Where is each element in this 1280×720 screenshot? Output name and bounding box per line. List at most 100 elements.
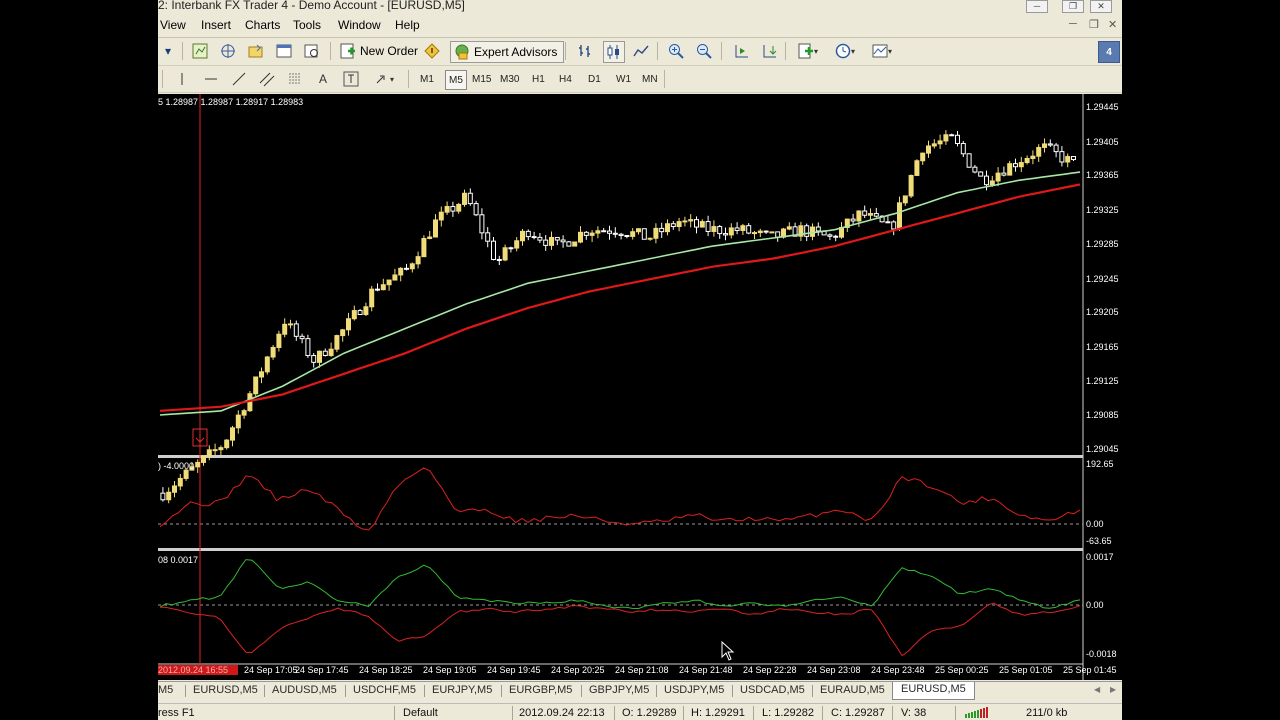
status-high: H: 1.29291 xyxy=(691,707,745,719)
candle xyxy=(966,153,972,168)
status-profile: Default xyxy=(403,707,438,719)
candle xyxy=(798,221,804,242)
tab-eurusd-active[interactable]: EURUSD,M5 xyxy=(892,682,975,700)
text-icon[interactable]: A xyxy=(314,69,332,89)
child-close-button[interactable]: ✕ xyxy=(1108,18,1117,31)
child-minimize-button[interactable]: ─ xyxy=(1069,18,1077,30)
zoom-out-icon[interactable] xyxy=(694,41,714,61)
favorites-icon[interactable] xyxy=(246,41,266,61)
menu-tools[interactable]: Tools xyxy=(293,18,321,32)
candle xyxy=(583,230,589,240)
navigator-icon[interactable] xyxy=(218,41,238,61)
timeframe-m30-button[interactable]: M30 xyxy=(500,70,519,88)
timeframe-h4-button[interactable]: H4 xyxy=(559,70,572,88)
indicator2-label: 0.0017 xyxy=(1086,552,1114,562)
equidistant-channel-icon[interactable] xyxy=(258,69,276,89)
vertical-line-icon[interactable] xyxy=(174,69,190,89)
expert-advisors-button[interactable]: Expert Advisors xyxy=(450,41,565,63)
tab-scroll-right-icon[interactable]: ▶ xyxy=(1110,685,1116,694)
candle xyxy=(763,230,769,234)
tab-usdchf[interactable]: USDCHF,M5 xyxy=(353,684,416,696)
timeframe-m5-button[interactable]: M5 xyxy=(445,70,467,90)
line-chart-icon[interactable] xyxy=(631,41,651,61)
chart-window[interactable]: 5 1.28987 1.28987 1.28917 1.28983 ) -4.0… xyxy=(158,94,1122,680)
candle xyxy=(757,228,763,238)
tab-gbpjpy[interactable]: GBPJPY,M5 xyxy=(589,684,649,696)
timeframe-h1-button[interactable]: H1 xyxy=(532,70,545,88)
timeframe-d1-button[interactable]: D1 xyxy=(588,70,601,88)
indicator1-header: ) -4.0000 xyxy=(158,461,195,471)
candle xyxy=(340,328,346,342)
strategy-tester-icon[interactable] xyxy=(302,41,322,61)
tab-m5[interactable]: M5 xyxy=(158,684,173,696)
chart-canvas[interactable] xyxy=(158,94,1122,680)
timeframe-mn-button[interactable]: MN xyxy=(642,70,658,88)
candle xyxy=(699,219,705,228)
terminal-icon[interactable] xyxy=(274,41,294,61)
bar-chart-icon[interactable] xyxy=(575,41,595,61)
tab-usdcad[interactable]: USDCAD,M5 xyxy=(740,684,805,696)
timeframe-m1-button[interactable]: M1 xyxy=(420,70,434,88)
candle xyxy=(206,445,212,461)
tab-eurjpy[interactable]: EURJPY,M5 xyxy=(432,684,492,696)
candle xyxy=(1059,146,1065,167)
indicators-icon[interactable]: ▾ xyxy=(794,41,822,61)
child-restore-button[interactable]: ❐ xyxy=(1089,18,1099,31)
market-watch-icon[interactable] xyxy=(190,41,210,61)
candle xyxy=(902,195,908,206)
toolbar-dropdown-icon[interactable]: ▾ xyxy=(158,41,178,61)
tab-scroll-left-icon[interactable]: ◀ xyxy=(1094,685,1100,694)
notification-badge[interactable]: 4 xyxy=(1098,41,1120,63)
candle xyxy=(311,352,317,368)
candle xyxy=(305,334,311,358)
menu-view[interactable]: View xyxy=(160,18,186,32)
metaeditor-icon[interactable] xyxy=(422,41,442,61)
timeframe-m15-button[interactable]: M15 xyxy=(472,70,491,88)
indicator1-series xyxy=(159,467,1081,531)
candle xyxy=(943,130,949,145)
tab-euraud[interactable]: EURAUD,M5 xyxy=(820,684,885,696)
metatrader-window: 2: Interbank FX Trader 4 - Demo Account … xyxy=(158,0,1122,720)
candle xyxy=(868,208,873,221)
time-cursor-label: 2012.09.24 16:55 xyxy=(158,665,238,675)
indicator2-series xyxy=(159,559,1081,657)
tab-audusd[interactable]: AUDUSD,M5 xyxy=(272,684,337,696)
horizontal-line-icon[interactable] xyxy=(202,69,220,89)
candle xyxy=(682,216,688,227)
candle xyxy=(694,216,699,234)
menu-insert[interactable]: Insert xyxy=(201,18,231,32)
candlestick-series xyxy=(160,130,1076,504)
timeframe-w1-button[interactable]: W1 xyxy=(616,70,631,88)
zoom-in-icon[interactable] xyxy=(666,41,686,61)
candle xyxy=(833,234,839,242)
window-restore-button[interactable]: ❐ xyxy=(1062,0,1084,13)
menu-window[interactable]: Window xyxy=(338,18,381,32)
chart-shift-icon[interactable] xyxy=(759,41,779,61)
candle xyxy=(491,236,496,261)
periods-icon[interactable]: ▾ xyxy=(831,41,859,61)
menu-charts[interactable]: Charts xyxy=(245,18,280,32)
trendline-icon[interactable] xyxy=(230,69,248,89)
candle xyxy=(995,167,1001,187)
time-label: 25 Sep 00:25 xyxy=(935,665,989,675)
text-label-icon[interactable] xyxy=(342,69,360,89)
candle xyxy=(514,237,520,252)
templates-icon[interactable]: ▾ xyxy=(868,41,896,61)
new-order-button[interactable]: New Order xyxy=(337,41,421,61)
arrows-icon[interactable]: ▾ xyxy=(370,69,398,89)
candle xyxy=(398,267,404,282)
status-close: C: 1.29287 xyxy=(831,707,885,719)
new-order-icon xyxy=(340,43,355,59)
menu-help[interactable]: Help xyxy=(395,18,420,32)
auto-scroll-icon[interactable] xyxy=(731,41,751,61)
tab-usdjpy[interactable]: USDJPY,M5 xyxy=(664,684,724,696)
window-minimize-button[interactable]: ─ xyxy=(1026,0,1048,13)
fibonacci-icon[interactable] xyxy=(286,69,304,89)
candlestick-chart-icon[interactable] xyxy=(603,41,625,63)
tab-eurgbp[interactable]: EURGBP,M5 xyxy=(509,684,572,696)
status-datetime: 2012.09.24 22:13 xyxy=(519,707,605,719)
candle xyxy=(978,171,984,177)
tab-eurusd[interactable]: EURUSD,M5 xyxy=(193,684,258,696)
price-label: 1.29365 xyxy=(1086,170,1119,180)
window-close-button[interactable]: ✕ xyxy=(1090,0,1112,13)
